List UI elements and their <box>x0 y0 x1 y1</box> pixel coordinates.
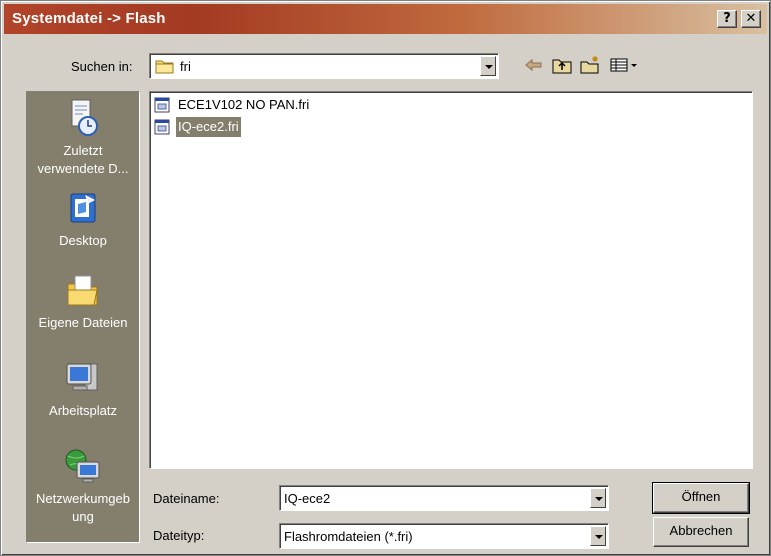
open-button[interactable]: Öffnen <box>652 482 750 514</box>
file-type-label: Dateityp: <box>153 528 205 543</box>
place-desktop[interactable]: Desktop <box>27 190 139 250</box>
place-label: Netzwerkumgeb <box>36 491 130 506</box>
folder-icon <box>155 60 174 74</box>
file-item[interactable]: ECE1V102 NO PAN.fri <box>154 95 374 115</box>
look-in-label: Suchen in: <box>71 59 133 74</box>
file-item-selected[interactable]: IQ-ece2.fri <box>154 117 274 137</box>
my-computer-icon <box>66 363 98 391</box>
file-name: IQ-ece2.fri <box>176 117 241 137</box>
places-bar: Zuletzt verwendete D... Desktop Eigene D… <box>26 91 140 543</box>
file-name-value: IQ-ece2 <box>284 491 331 506</box>
look-in-dropdown-button[interactable] <box>480 56 496 76</box>
place-my-documents[interactable]: Eigene Dateien <box>27 270 139 332</box>
look-in-combo[interactable]: fri <box>149 53 499 79</box>
file-open-dialog: Systemdatei -> Flash ? ✕ Suchen in: fri <box>0 0 771 556</box>
file-name-dropdown-button[interactable] <box>590 488 606 508</box>
recent-documents-icon <box>71 99 98 136</box>
place-label: verwendete D... <box>37 161 129 176</box>
help-button[interactable]: ? <box>717 10 737 28</box>
network-places-icon <box>65 449 100 483</box>
new-folder-icon[interactable] <box>579 55 601 75</box>
place-label: ung <box>72 509 94 524</box>
file-type-value: Flashromdateien (*.fri) <box>284 529 413 544</box>
look-in-value: fri <box>180 59 191 74</box>
up-folder-icon[interactable] <box>551 55 573 75</box>
place-label: Eigene Dateien <box>38 315 128 330</box>
file-name-field[interactable]: IQ-ece2 <box>279 485 609 511</box>
fri-file-icon <box>154 97 170 113</box>
place-my-computer[interactable]: Arbeitsplatz <box>27 358 139 420</box>
fri-file-icon <box>154 119 170 135</box>
back-icon[interactable] <box>523 55 545 75</box>
view-menu-icon[interactable] <box>609 55 639 75</box>
close-button[interactable]: ✕ <box>741 10 761 28</box>
place-label: Arbeitsplatz <box>49 403 117 418</box>
file-type-select[interactable]: Flashromdateien (*.fri) <box>279 523 609 549</box>
title-bar[interactable]: Systemdatei -> Flash ? ✕ <box>4 4 767 34</box>
window-title: Systemdatei -> Flash <box>12 10 166 27</box>
file-list[interactable]: ECE1V102 NO PAN.fri IQ-ece2.fri <box>149 91 753 469</box>
file-name: ECE1V102 NO PAN.fri <box>178 97 310 112</box>
file-type-dropdown-button[interactable] <box>590 526 606 546</box>
my-documents-icon <box>67 275 98 306</box>
place-label: Zuletzt <box>63 143 103 158</box>
desktop-icon <box>70 193 96 223</box>
place-recent[interactable]: Zuletzt verwendete D... <box>27 98 139 178</box>
place-label: Desktop <box>59 233 107 248</box>
cancel-button[interactable]: Abbrechen <box>653 517 749 547</box>
place-network[interactable]: Netzwerkumgeb ung <box>27 446 139 526</box>
file-name-label: Dateiname: <box>153 491 220 506</box>
